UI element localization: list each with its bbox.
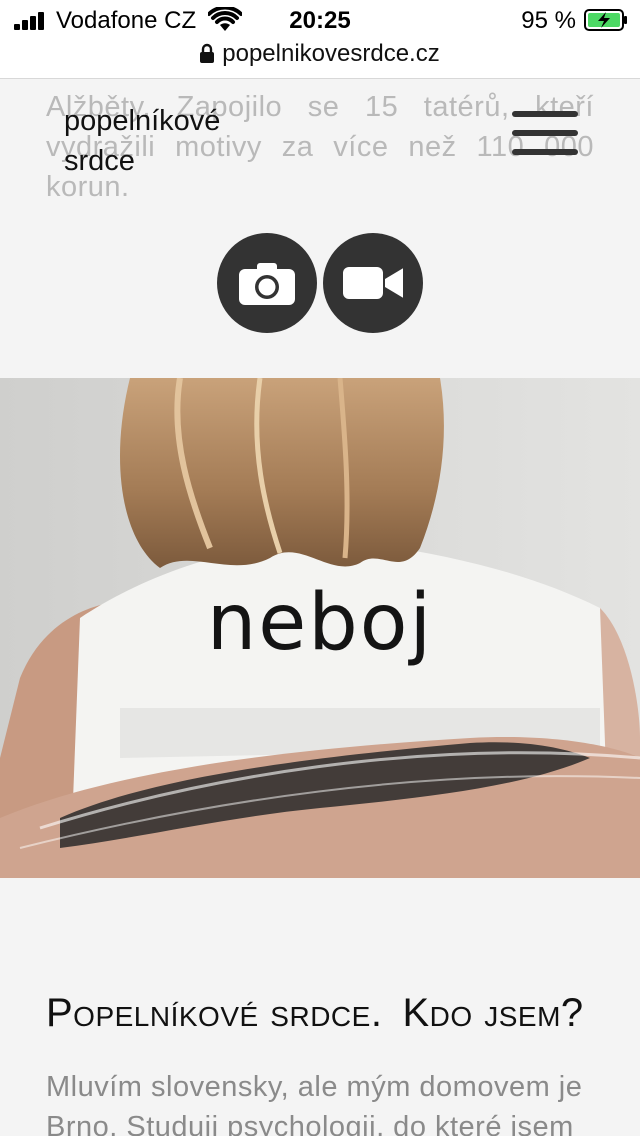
about-paragraph: Mluvím slovensky, ale mým domovem je Brn… xyxy=(46,1071,583,1136)
hero-image: neboj xyxy=(0,378,640,878)
logo-line-1: popelníkové xyxy=(64,105,221,137)
site-logo[interactable]: popelníkové srdce xyxy=(64,101,220,181)
video-camera-icon xyxy=(343,267,403,299)
about-title: Popelníkové srdce. Kdo jsem? xyxy=(46,991,584,1036)
about-title-part-2: Kdo jsem? xyxy=(402,991,584,1035)
status-bar: Vodafone CZ 20:25 95 % xyxy=(0,0,640,40)
camera-button[interactable] xyxy=(217,233,317,333)
logo-line-2: srdce xyxy=(64,145,135,177)
url-text: popelnikovesrdce.cz xyxy=(222,40,440,67)
battery-charging-icon xyxy=(584,9,627,31)
lock-icon xyxy=(200,43,215,63)
camera-icon xyxy=(239,263,295,305)
address-bar[interactable]: popelnikovesrdce.cz xyxy=(0,40,640,79)
battery-percent: 95 % xyxy=(521,7,576,34)
hamburger-menu-icon[interactable] xyxy=(512,111,578,159)
video-button[interactable] xyxy=(323,233,423,333)
about-title-part-1: Popelníkové srdce. xyxy=(46,991,383,1035)
shirt-text: neboj xyxy=(206,578,434,668)
page-content: Alžběty. Zapojilo se 15 tatérů, kteří vy… xyxy=(0,79,640,1136)
